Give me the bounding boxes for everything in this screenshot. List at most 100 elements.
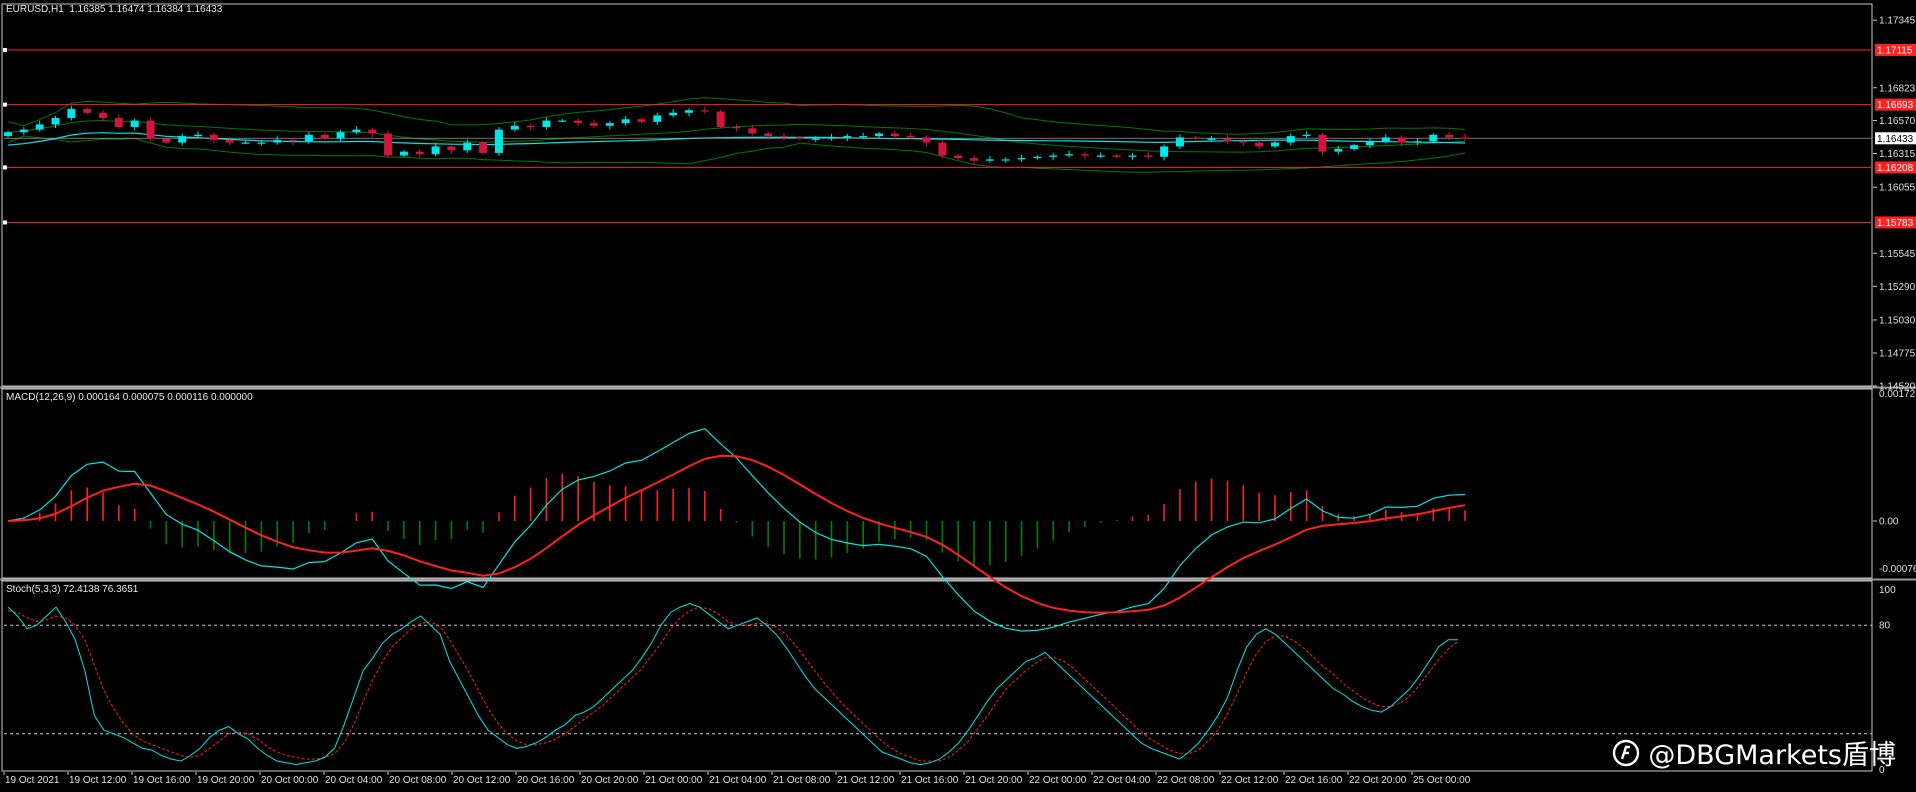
bearish-candle [954, 155, 963, 159]
time-tick-label: 21 Oct 04:00 [709, 775, 767, 786]
bearish-candle [83, 108, 92, 113]
time-tick-label: 22 Oct 12:00 [1221, 775, 1279, 786]
chart-stage: 1.17345 1.16823 1.16570 1.16315 1.16055 1.155… [0, 0, 1916, 792]
bullish-candle [194, 134, 203, 137]
bearish-candle [384, 133, 393, 156]
time-tick-label: 20 Oct 04:00 [325, 775, 383, 786]
bearish-candle [289, 139, 298, 142]
stoch-tick-label: 80 [1879, 621, 1891, 632]
price-level-label: 1.16693 [1877, 100, 1914, 111]
bearish-candle [890, 133, 899, 137]
time-tick-label: 19 Oct 16:00 [133, 775, 191, 786]
bearish-candle [479, 142, 488, 153]
bearish-candle [1191, 137, 1200, 139]
macd-tick-label: 0.00172 [1879, 389, 1916, 400]
price-tick-label: 1.16055 [1879, 183, 1916, 194]
bearish-candle [1445, 134, 1454, 138]
price-tick-label: 1.15290 [1879, 282, 1916, 293]
time-tick-label: 21 Oct 08:00 [773, 775, 831, 786]
time-tick-label: 22 Oct 04:00 [1093, 775, 1151, 786]
price-tick-label: 1.15545 [1879, 249, 1916, 260]
bearish-candle [368, 129, 377, 134]
time-tick-label: 21 Oct 16:00 [901, 775, 959, 786]
bullish-candle [494, 129, 503, 153]
bearish-candle [99, 112, 108, 118]
bearish-candle [1112, 155, 1121, 157]
macd-pane-frame [1, 388, 1873, 579]
bullish-candle [669, 112, 678, 116]
bearish-candle [970, 158, 979, 161]
bearish-candle [589, 123, 598, 126]
stoch-tick-label: 100 [1879, 585, 1896, 596]
bearish-candle [1239, 141, 1248, 143]
bearish-candle [225, 139, 234, 143]
time-tick-label: 22 Oct 00:00 [1029, 775, 1087, 786]
bullish-candle [1381, 137, 1390, 142]
bearish-candle [732, 127, 741, 129]
bullish-candle [257, 142, 266, 144]
time-tick-label: 19 Oct 12:00 [69, 775, 127, 786]
bullish-candle [558, 120, 567, 122]
moving-average-line [7, 132, 1466, 146]
bearish-candle [780, 136, 789, 138]
watermark: @DBGMarkets盾博 [1612, 733, 1896, 772]
price-level-label: 1.15783 [1877, 218, 1914, 229]
macd-title: MACD(12,26,9) 0.000164 0.000075 0.000116… [6, 392, 253, 403]
bullish-candle [1270, 142, 1279, 147]
bearish-candle [700, 110, 709, 112]
bearish-candle [1223, 138, 1232, 142]
macd-main-line [7, 428, 1466, 632]
bullish-candle [1175, 137, 1184, 147]
price-level-label: 1.16208 [1877, 163, 1914, 174]
bullish-candle [178, 136, 187, 143]
bearish-candle [146, 120, 155, 139]
bullish-candle [843, 136, 852, 138]
bullish-candle [399, 151, 408, 156]
bearish-candle [114, 117, 123, 128]
bearish-candle [748, 128, 757, 134]
bullish-candle [304, 134, 313, 142]
bearish-candle [637, 119, 646, 122]
bullish-candle [875, 133, 884, 137]
bearish-candle [922, 137, 931, 143]
bullish-candle [605, 123, 614, 126]
bullish-candle [1049, 155, 1058, 157]
price-tick-label: 1.14775 [1879, 348, 1916, 359]
time-tick-label: 21 Oct 20:00 [965, 775, 1023, 786]
bearish-candle [526, 125, 535, 128]
bullish-candle [4, 132, 12, 137]
time-tick-label: 22 Oct 16:00 [1285, 775, 1343, 786]
bearish-candle [415, 151, 424, 155]
time-tick-label: 20 Oct 20:00 [581, 775, 639, 786]
bearish-candle [795, 137, 804, 139]
time-tick-label: 22 Oct 20:00 [1349, 775, 1407, 786]
price-level-marker [3, 165, 7, 170]
price-level-marker [3, 47, 7, 52]
bearish-candle [906, 136, 915, 138]
price-level-label: 1.17115 [1877, 45, 1913, 56]
time-tick-label: 20 Oct 12:00 [453, 775, 511, 786]
bearish-candle [764, 133, 773, 137]
price-level-marker [3, 220, 7, 225]
bearish-candle [1461, 137, 1469, 139]
macd-signal-line [7, 454, 1466, 614]
bearish-candle [1397, 137, 1406, 143]
bearish-candle [1144, 155, 1153, 157]
bullish-candle [67, 108, 76, 118]
bearish-candle [447, 146, 456, 151]
time-tick-label: 20 Oct 16:00 [517, 775, 575, 786]
time-tick-label: 19 Oct 2021 [5, 775, 60, 786]
bullish-candle [1017, 158, 1026, 160]
bullish-candle [1065, 154, 1074, 156]
bullish-candle [542, 120, 551, 128]
price-tick-label: 1.16315 [1879, 149, 1916, 160]
bearish-candle [162, 138, 171, 143]
bullish-candle [510, 125, 519, 130]
bullish-candle [35, 124, 44, 130]
bearish-candle [938, 142, 947, 156]
bullish-candle [684, 110, 693, 113]
time-tick-label: 20 Oct 08:00 [389, 775, 447, 786]
stoch-signal-line [7, 606, 1459, 762]
bullish-candle [1365, 141, 1374, 146]
time-tick-label: 25 Oct 00:00 [1413, 775, 1471, 786]
